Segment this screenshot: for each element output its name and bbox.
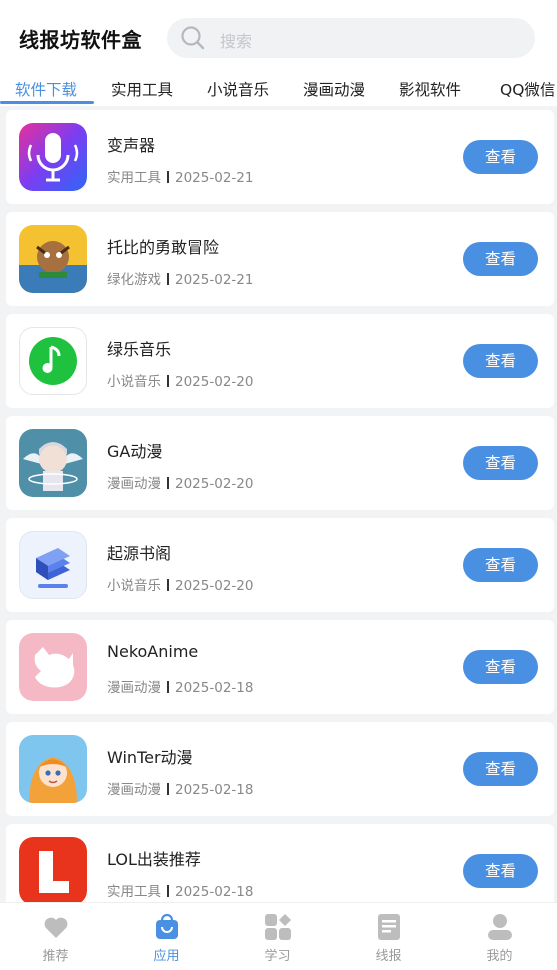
app-meta: 小说音乐 2025-02-20 (107, 370, 253, 390)
nav-label: 学习 (264, 949, 291, 964)
app-category: 小说音乐 (107, 374, 161, 390)
user-icon (488, 914, 512, 940)
app-meta: 漫画动漫 2025-02-18 (107, 676, 253, 696)
letter-l-icon (19, 837, 87, 905)
app-date: 2025-02-21 (175, 170, 254, 186)
meta-separator (167, 885, 169, 897)
app-name: NekoAnime (107, 642, 199, 661)
app-name: 起源书阁 (107, 544, 172, 563)
bottom-navigation: 推荐 应用 学习 线报 我的 (0, 902, 557, 970)
view-button[interactable]: 查看 (463, 650, 538, 684)
grid-icon (265, 914, 291, 940)
meta-separator (167, 273, 169, 285)
list-item[interactable]: GA动漫 漫画动漫 2025-02-20 查看 (6, 416, 554, 510)
app-meta: 实用工具 2025-02-21 (107, 166, 253, 186)
app-date: 2025-02-18 (175, 782, 254, 798)
list-item[interactable]: 托比的勇敢冒险 绿化游戏 2025-02-21 查看 (6, 212, 554, 306)
list-item[interactable]: WinTer动漫 漫画动漫 2025-02-18 查看 (6, 722, 554, 816)
microphone-icon (19, 123, 87, 191)
app-name: GA动漫 (107, 442, 163, 461)
anime-girl-icon (19, 735, 87, 803)
tab-video-software[interactable]: 影视软件 (399, 78, 461, 100)
app-meta: 实用工具 2025-02-18 (107, 880, 253, 900)
app-category: 绿化游戏 (107, 272, 161, 288)
nav-label: 推荐 (42, 949, 69, 964)
app-date: 2025-02-20 (175, 578, 254, 594)
view-button[interactable]: 查看 (463, 854, 538, 888)
app-name: 托比的勇敢冒险 (107, 238, 220, 257)
list-item[interactable]: 绿乐音乐 小说音乐 2025-02-20 查看 (6, 314, 554, 408)
tab-qq-wechat[interactable]: QQ微信 (500, 78, 555, 100)
game-art-icon (19, 225, 87, 293)
meta-separator (167, 579, 169, 591)
anime-character-icon (19, 429, 87, 497)
nav-label: 线报 (375, 949, 402, 964)
app-title: 线报坊软件盒 (19, 28, 142, 52)
app-category: 实用工具 (107, 170, 161, 186)
list-item[interactable]: 起源书阁 小说音乐 2025-02-20 查看 (6, 518, 554, 612)
app-category: 小说音乐 (107, 578, 161, 594)
app-name: 绿乐音乐 (107, 340, 172, 359)
search-placeholder: 搜索 (220, 32, 253, 51)
view-button[interactable]: 查看 (463, 242, 538, 276)
app-name: LOL出装推荐 (107, 850, 201, 869)
book-icon (19, 531, 87, 599)
list-item[interactable]: 变声器 实用工具 2025-02-21 查看 (6, 110, 554, 204)
app-category: 漫画动漫 (107, 680, 161, 696)
app-name: WinTer动漫 (107, 748, 193, 767)
nav-label: 应用 (153, 949, 180, 964)
app-date: 2025-02-18 (175, 680, 254, 696)
tab-utility-tools[interactable]: 实用工具 (111, 78, 173, 100)
app-date: 2025-02-18 (175, 884, 254, 900)
category-tabs: 软件下载 实用工具 小说音乐 漫画动漫 影视软件 QQ微信 (0, 70, 557, 106)
app-date: 2025-02-20 (175, 374, 254, 390)
app-meta: 漫画动漫 2025-02-18 (107, 778, 253, 798)
meta-separator (167, 681, 169, 693)
view-button[interactable]: 查看 (463, 752, 538, 786)
nav-label: 我的 (486, 949, 513, 964)
view-button[interactable]: 查看 (463, 446, 538, 480)
search-icon (181, 26, 205, 50)
search-input[interactable]: 搜索 (167, 18, 535, 58)
app-meta: 小说音乐 2025-02-20 (107, 574, 253, 594)
nav-item-recommend[interactable]: 推荐 (0, 903, 111, 970)
view-button[interactable]: 查看 (463, 140, 538, 174)
meta-separator (167, 783, 169, 795)
app-category: 漫画动漫 (107, 476, 161, 492)
app-header: 线报坊软件盒 搜索 (0, 0, 557, 78)
heart-icon (44, 917, 68, 938)
app-name: 变声器 (107, 136, 156, 155)
nav-item-apps[interactable]: 应用 (111, 903, 222, 970)
tab-comics-anime[interactable]: 漫画动漫 (303, 78, 365, 100)
nav-item-deals[interactable]: 线报 (333, 903, 444, 970)
active-tab-indicator (0, 101, 94, 104)
app-meta: 绿化游戏 2025-02-21 (107, 268, 253, 288)
nav-item-profile[interactable]: 我的 (444, 903, 555, 970)
nav-item-study[interactable]: 学习 (222, 903, 333, 970)
view-button[interactable]: 查看 (463, 344, 538, 378)
list-item[interactable]: NekoAnime 漫画动漫 2025-02-18 查看 (6, 620, 554, 714)
app-date: 2025-02-20 (175, 476, 254, 492)
document-icon (378, 914, 400, 940)
app-date: 2025-02-21 (175, 272, 254, 288)
shopping-bag-icon (156, 913, 178, 939)
view-button[interactable]: 查看 (463, 548, 538, 582)
tab-software-download[interactable]: 软件下载 (15, 78, 77, 100)
app-meta: 漫画动漫 2025-02-20 (107, 472, 253, 492)
music-note-icon (19, 327, 87, 395)
cat-icon (19, 633, 87, 701)
app-category: 实用工具 (107, 884, 161, 900)
tab-novel-music[interactable]: 小说音乐 (207, 78, 269, 100)
meta-separator (167, 477, 169, 489)
meta-separator (167, 375, 169, 387)
meta-separator (167, 171, 169, 183)
app-category: 漫画动漫 (107, 782, 161, 798)
